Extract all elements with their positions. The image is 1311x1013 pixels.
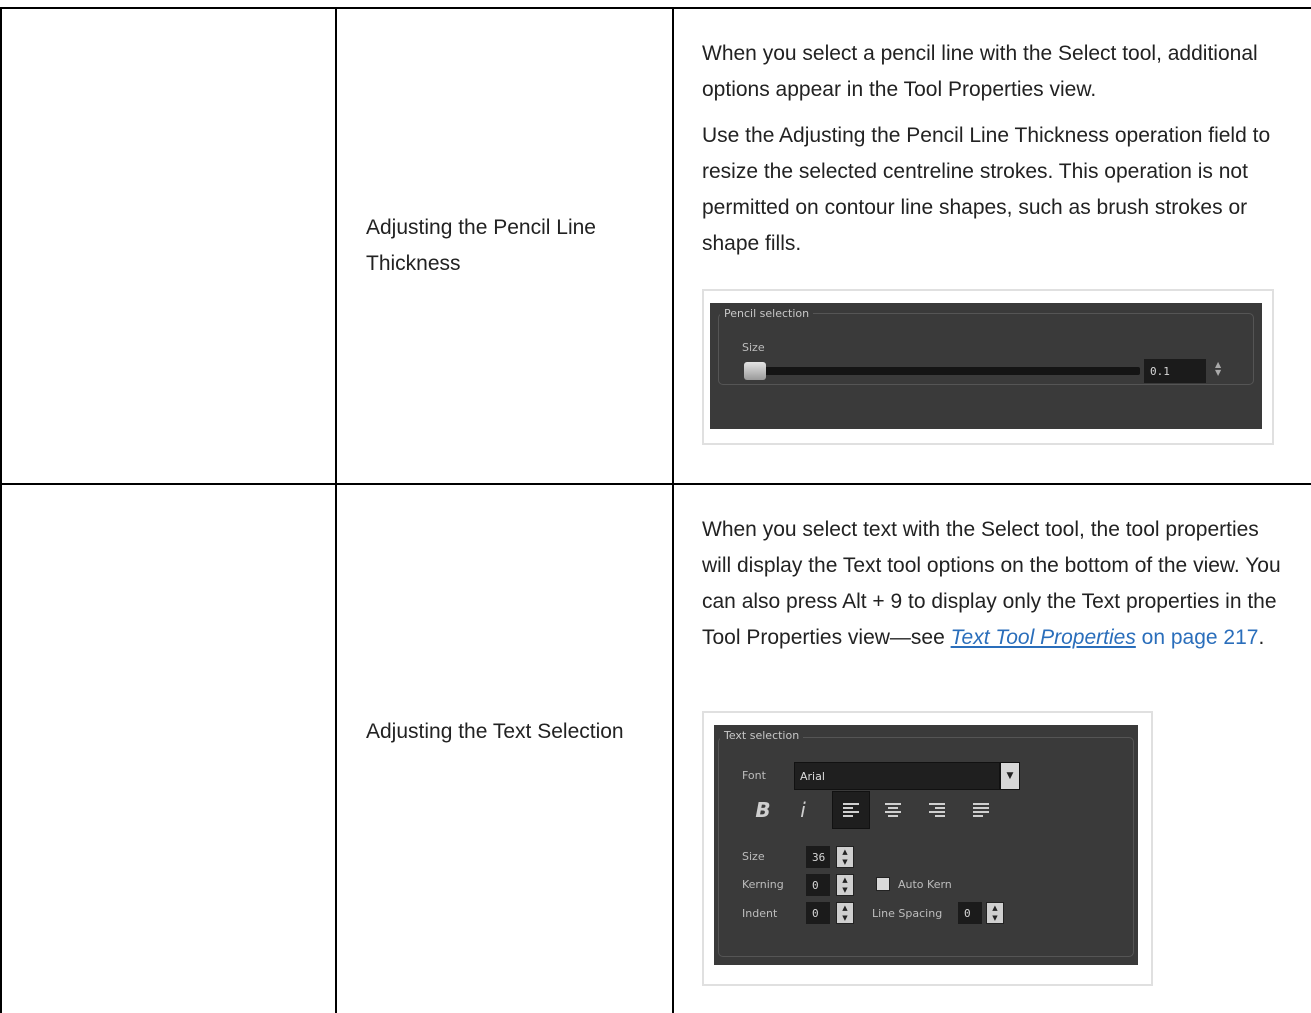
table-left-border xyxy=(0,7,2,1013)
pencil-selection-screenshot: Pencil selection Size 0.1 ▲ ▼ xyxy=(702,289,1274,445)
size-slider-track[interactable] xyxy=(744,367,1140,375)
indent-stepper[interactable]: ▲ ▼ xyxy=(836,902,854,924)
bold-button[interactable]: B xyxy=(744,791,782,829)
justify-icon xyxy=(973,801,989,819)
auto-kern-checkbox[interactable] xyxy=(876,877,890,891)
text-selection-title: Text selection xyxy=(720,729,804,742)
align-right-button[interactable] xyxy=(918,791,956,829)
page-reference-link[interactable]: on page 217 xyxy=(1136,626,1259,649)
row-1-description: When you select a pencil line with the S… xyxy=(702,36,1292,272)
row-1-paragraph-1: When you select a pencil line with the S… xyxy=(702,42,1258,101)
indent-label: Indent xyxy=(742,907,778,920)
italic-label: i xyxy=(800,798,806,822)
text-selection-panel: Text selection Font Arial ▼ B i Size 36 … xyxy=(714,725,1138,965)
size-label: Size xyxy=(742,850,765,863)
align-left-icon xyxy=(843,801,859,819)
line-spacing-stepper[interactable]: ▲ ▼ xyxy=(986,902,1004,924)
row-2-text-end: . xyxy=(1258,626,1265,649)
kerning-label: Kerning xyxy=(742,878,784,891)
italic-button[interactable]: i xyxy=(784,791,822,829)
size-field[interactable]: 36 xyxy=(806,846,830,868)
row-2-name: Adjusting the Text Selection xyxy=(366,720,624,743)
row-1-paragraph-2: Use the Adjusting the Pencil Line Thickn… xyxy=(702,124,1271,255)
pencil-selection-title: Pencil selection xyxy=(720,307,814,320)
bold-label: B xyxy=(755,798,771,822)
auto-kern-label: Auto Kern xyxy=(898,878,952,891)
pencil-selection-panel: Pencil selection Size 0.1 ▲ ▼ xyxy=(710,303,1262,429)
size-stepper[interactable]: ▲ ▼ xyxy=(836,846,854,868)
size-label: Size xyxy=(742,341,765,354)
align-left-button[interactable] xyxy=(832,791,870,829)
row-2-paragraph: When you select text with the Select too… xyxy=(702,512,1292,656)
font-label: Font xyxy=(742,769,766,782)
size-value-field[interactable]: 0.1 xyxy=(1144,359,1206,383)
line-spacing-field[interactable]: 0 xyxy=(958,902,982,924)
kerning-stepper[interactable]: ▲ ▼ xyxy=(836,874,854,896)
text-tool-properties-link[interactable]: Text Tool Properties xyxy=(951,626,1136,649)
column-divider-2 xyxy=(672,7,674,1013)
row-2-description: When you select text with the Select too… xyxy=(702,512,1292,666)
row-divider xyxy=(0,483,1311,485)
text-selection-screenshot: Text selection Font Arial ▼ B i Size 36 … xyxy=(702,711,1153,986)
indent-field[interactable]: 0 xyxy=(806,902,830,924)
align-center-icon xyxy=(885,801,901,819)
kerning-field[interactable]: 0 xyxy=(806,874,830,896)
align-center-button[interactable] xyxy=(874,791,912,829)
justify-button[interactable] xyxy=(962,791,1000,829)
size-slider-thumb[interactable] xyxy=(744,362,766,380)
align-right-icon xyxy=(929,801,945,819)
row-1-name: Adjusting the Pencil Line Thickness xyxy=(366,216,596,275)
font-dropdown[interactable]: Arial xyxy=(794,762,1000,790)
line-spacing-label: Line Spacing xyxy=(872,907,943,920)
column-divider-1 xyxy=(335,7,337,1013)
table-top-border xyxy=(0,7,1311,9)
chevron-down-icon[interactable]: ▼ xyxy=(1000,762,1020,790)
spin-arrows-icon[interactable]: ▲ ▼ xyxy=(1215,361,1221,377)
